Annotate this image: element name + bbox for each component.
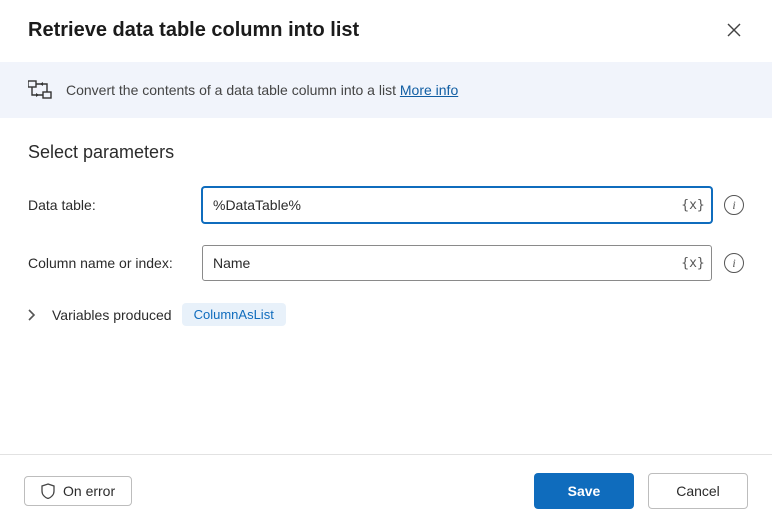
on-error-label: On error xyxy=(63,483,115,499)
data-table-label: Data table: xyxy=(28,197,190,213)
cancel-button[interactable]: Cancel xyxy=(648,473,748,509)
data-table-input-wrap: {x} xyxy=(202,187,712,223)
close-button[interactable] xyxy=(720,16,748,44)
column-name-label: Column name or index: xyxy=(28,255,190,271)
dialog-title: Retrieve data table column into list xyxy=(28,19,359,42)
variable-picker-button[interactable]: {x} xyxy=(680,194,706,216)
chevron-right-icon xyxy=(28,309,36,321)
variable-picker-button[interactable]: {x} xyxy=(680,252,706,274)
dialog-titlebar: Retrieve data table column into list xyxy=(0,0,772,62)
info-text: Convert the contents of a data table col… xyxy=(66,82,396,98)
section-title: Select parameters xyxy=(28,142,744,163)
footer-actions: Save Cancel xyxy=(534,473,748,509)
save-button[interactable]: Save xyxy=(534,473,634,509)
field-data-table: Data table: {x} i xyxy=(28,187,744,223)
column-name-input[interactable] xyxy=(202,245,712,281)
expand-toggle[interactable] xyxy=(28,309,42,321)
data-table-input[interactable] xyxy=(202,187,712,223)
info-icon[interactable]: i xyxy=(724,253,744,273)
close-icon xyxy=(727,23,741,37)
more-info-link[interactable]: More info xyxy=(400,82,458,98)
column-name-input-wrap: {x} xyxy=(202,245,712,281)
field-column-name: Column name or index: {x} i xyxy=(28,245,744,281)
info-description: Convert the contents of a data table col… xyxy=(66,82,458,98)
dialog-footer: On error Save Cancel xyxy=(0,454,772,527)
shield-icon xyxy=(41,483,55,499)
variables-produced-row: Variables produced ColumnAsList xyxy=(28,303,744,326)
dialog-body: Select parameters Data table: {x} i Colu… xyxy=(0,118,772,454)
info-banner: Convert the contents of a data table col… xyxy=(0,62,772,118)
on-error-button[interactable]: On error xyxy=(24,476,132,506)
variables-produced-label: Variables produced xyxy=(52,307,172,323)
variable-chip[interactable]: ColumnAsList xyxy=(182,303,286,326)
flow-icon xyxy=(28,80,52,100)
info-icon[interactable]: i xyxy=(724,195,744,215)
